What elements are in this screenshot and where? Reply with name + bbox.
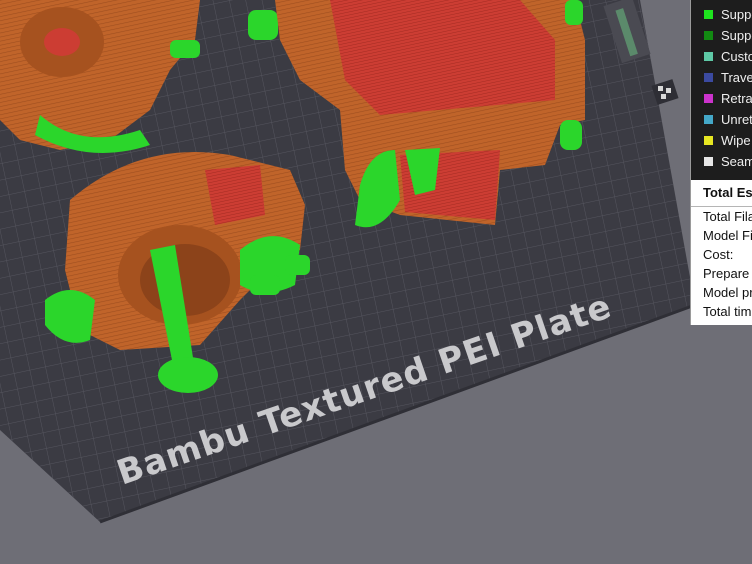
summary-row-total-time: Total tim	[703, 304, 752, 319]
line-type-legend: Suppo Suppo Custo Trave Retra Unret Wipe	[691, 0, 752, 180]
summary-row-total-filament: Total Fila	[703, 209, 752, 224]
summary-title: Total Est	[691, 180, 752, 207]
legend-swatch	[704, 31, 713, 40]
legend-label: Seam	[721, 154, 752, 169]
legend-swatch	[704, 52, 713, 61]
legend-item[interactable]: Suppo	[691, 25, 752, 46]
legend-label: Wipe	[721, 133, 751, 148]
legend-item[interactable]: Retra	[691, 88, 752, 109]
summary-row-cost: Cost:	[703, 247, 734, 262]
legend-label: Suppo	[721, 7, 752, 22]
summary-row-prepare: Prepare	[703, 266, 750, 281]
legend-label: Unret	[721, 112, 752, 127]
legend-swatch	[704, 115, 713, 124]
legend-label: Trave	[721, 70, 752, 85]
legend-item[interactable]: Custo	[691, 46, 752, 67]
legend-item[interactable]: Wipe	[691, 130, 752, 151]
summary-row-model-filament: Model Fi	[703, 228, 752, 243]
legend-swatch	[704, 136, 713, 145]
legend-swatch	[704, 157, 713, 166]
legend-swatch	[704, 94, 713, 103]
legend-panel: Suppo Suppo Custo Trave Retra Unret Wipe	[690, 0, 752, 325]
summary-row-model-print: Model pr	[703, 285, 752, 300]
legend-swatch	[704, 10, 713, 19]
legend-item[interactable]: Trave	[691, 67, 752, 88]
legend-label: Suppo	[721, 28, 752, 43]
legend-label: Custo	[721, 49, 752, 64]
legend-item[interactable]: Seam	[691, 151, 752, 172]
legend-swatch	[704, 73, 713, 82]
legend-item[interactable]: Unret	[691, 109, 752, 130]
3d-viewport[interactable]: Bambu Textured PEI Plate	[0, 0, 752, 564]
estimation-summary: Total Est Total Fila Model Fi Cost: Prep…	[691, 180, 752, 321]
legend-item[interactable]: Suppo	[691, 4, 752, 25]
legend-label: Retra	[721, 91, 752, 106]
